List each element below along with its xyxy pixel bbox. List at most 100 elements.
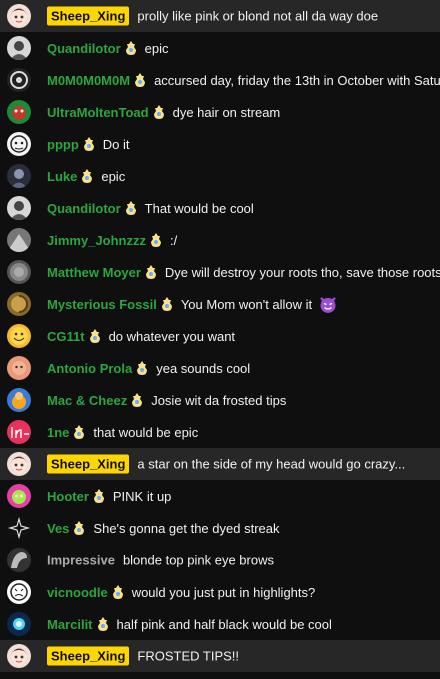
- author-name[interactable]: Quandilotor: [47, 40, 137, 56]
- member-badge-icon: [74, 425, 85, 439]
- avatar[interactable]: [7, 132, 31, 156]
- message-text: That would be cool: [144, 200, 254, 216]
- author-name[interactable]: Mysterious Fossil: [47, 296, 173, 312]
- member-badge-icon: [83, 137, 94, 151]
- author-name[interactable]: Marcilit: [47, 616, 109, 632]
- avatar[interactable]: [7, 580, 31, 604]
- avatar[interactable]: [7, 612, 31, 636]
- member-badge-icon: [74, 521, 85, 535]
- author-name[interactable]: Mac & Cheez: [47, 392, 143, 408]
- message-text: :/: [169, 232, 178, 248]
- author-name[interactable]: pppp: [47, 136, 95, 152]
- avatar[interactable]: [7, 164, 31, 188]
- message-text: yea sounds cool: [156, 360, 251, 376]
- message-text: epic: [144, 40, 169, 56]
- author-name[interactable]: CG11t: [47, 328, 101, 344]
- chat-message: M0M0M0M0M accursed day, friday the 13th …: [0, 64, 440, 96]
- author-name[interactable]: Sheep_Xing: [47, 646, 130, 666]
- message-text: dye hair on stream: [172, 104, 281, 120]
- author-name[interactable]: Ves: [47, 520, 85, 536]
- member-badge-icon: [112, 585, 123, 599]
- message-text: She's gonna get the dyed streak: [93, 520, 280, 536]
- avatar[interactable]: [7, 260, 31, 284]
- chat-message: Jimmy_Johnzzz :/: [0, 224, 440, 256]
- member-badge-icon: [132, 393, 143, 407]
- avatar[interactable]: [7, 36, 31, 60]
- author-name[interactable]: Matthew Moyer: [47, 264, 157, 280]
- author-name[interactable]: Sheep_Xing: [47, 6, 130, 26]
- chat-message: Mysterious Fossil You Mom won't allow it: [0, 288, 440, 320]
- avatar[interactable]: [7, 484, 31, 508]
- chat-message: CG11t do whatever you want: [0, 320, 440, 352]
- avatar[interactable]: [7, 516, 31, 540]
- avatar[interactable]: [7, 644, 31, 668]
- author-name[interactable]: 1ne: [47, 424, 85, 440]
- member-badge-icon: [89, 329, 100, 343]
- chat-message: Impressive blonde top pink eye brows: [0, 544, 440, 576]
- chat-message: Ves She's gonna get the dyed streak: [0, 512, 440, 544]
- message-text: do whatever you want: [108, 328, 236, 344]
- chat-message: Hooter PINK it up: [0, 480, 440, 512]
- author-name[interactable]: Quandilotor: [47, 200, 137, 216]
- avatar[interactable]: [7, 4, 31, 28]
- member-badge-icon: [125, 41, 136, 55]
- message-text: blonde top pink eye brows: [122, 552, 274, 568]
- member-badge-icon: [137, 361, 148, 375]
- avatar[interactable]: [7, 68, 31, 92]
- member-badge-icon: [153, 105, 164, 119]
- member-badge-icon: [93, 489, 104, 503]
- author-name[interactable]: Sheep_Xing: [47, 454, 130, 474]
- chat-message: Mac & Cheez Josie wit da frosted tips: [0, 384, 440, 416]
- message-text: FROSTED TIPS!!: [137, 648, 240, 664]
- avatar[interactable]: [7, 324, 31, 348]
- message-text: prolly like pink or blond not all da way…: [137, 8, 379, 24]
- message-text: accursed day, friday the 13th in October…: [154, 72, 440, 88]
- chat-message: vicnoodle would you just put in highligh…: [0, 576, 440, 608]
- chat-message: Quandilotor That would be cool: [0, 192, 440, 224]
- author-name[interactable]: Impressive: [47, 553, 115, 568]
- chat-message: Sheep_Xing prolly like pink or blond not…: [0, 0, 440, 32]
- chat-message: Antonio Prola yea sounds cool: [0, 352, 440, 384]
- chat-message: 1ne that would be epic: [0, 416, 440, 448]
- author-name[interactable]: Antonio Prola: [47, 360, 148, 376]
- avatar[interactable]: [7, 292, 31, 316]
- member-badge-icon: [135, 73, 146, 87]
- chat-message: Sheep_Xing a star on the side of my head…: [0, 448, 440, 480]
- member-badge-icon: [150, 233, 161, 247]
- live-chat: Sheep_Xing prolly like pink or blond not…: [0, 0, 440, 679]
- member-badge-icon: [145, 265, 156, 279]
- author-name[interactable]: Hooter: [47, 488, 105, 504]
- author-name[interactable]: M0M0M0M0M: [47, 72, 146, 88]
- chat-message: UltraMoltenToad dye hair on stream: [0, 96, 440, 128]
- chat-message: Marcilit half pink and half black would …: [0, 608, 440, 640]
- chat-message: Luke epic: [0, 160, 440, 192]
- message-text: Dye will destroy your roots tho, save th…: [164, 264, 440, 280]
- avatar[interactable]: [7, 420, 31, 444]
- author-name[interactable]: vicnoodle: [47, 584, 124, 600]
- message-text: would you just put in highlights?: [131, 584, 316, 600]
- avatar[interactable]: [7, 100, 31, 124]
- chat-message: Quandilotor epic: [0, 32, 440, 64]
- message-text: that would be epic: [93, 424, 199, 440]
- member-badge-icon: [82, 169, 93, 183]
- smiling-devil-emoji-icon: [320, 297, 337, 313]
- avatar[interactable]: [7, 196, 31, 220]
- chat-message: pppp Do it: [0, 128, 440, 160]
- message-text: epic: [101, 168, 126, 184]
- message-text: a star on the side of my head would go c…: [137, 456, 406, 472]
- avatar[interactable]: [7, 228, 31, 252]
- message-text: You Mom won't allow it: [180, 296, 313, 312]
- avatar[interactable]: [7, 548, 31, 572]
- message-text: PINK it up: [112, 488, 172, 504]
- author-name[interactable]: UltraMoltenToad: [47, 104, 165, 120]
- member-badge-icon: [97, 617, 108, 631]
- author-name[interactable]: Luke: [47, 168, 93, 184]
- avatar[interactable]: [7, 388, 31, 412]
- member-badge-icon: [125, 201, 136, 215]
- message-text: Do it: [102, 136, 130, 152]
- author-name[interactable]: Jimmy_Johnzzz: [47, 232, 162, 248]
- chat-message: Matthew Moyer Dye will destroy your root…: [0, 256, 440, 288]
- avatar[interactable]: [7, 356, 31, 380]
- message-text: Josie wit da frosted tips: [151, 392, 287, 408]
- avatar[interactable]: [7, 452, 31, 476]
